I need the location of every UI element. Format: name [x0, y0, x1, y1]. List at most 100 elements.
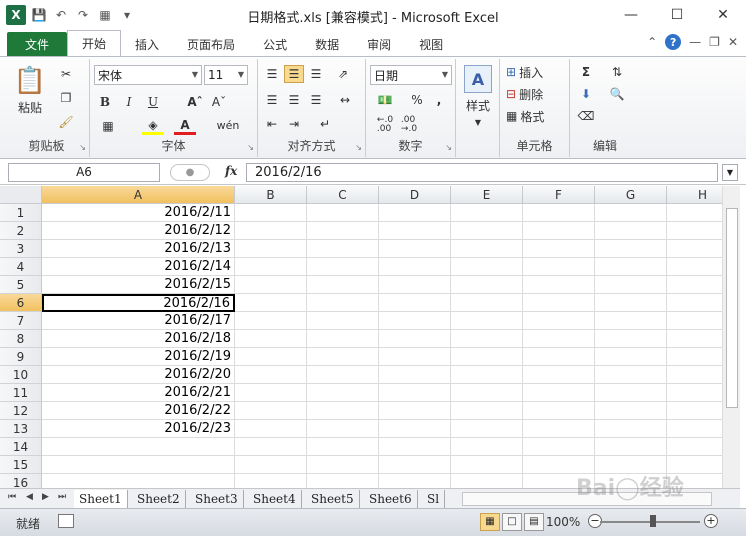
cell[interactable] — [379, 294, 451, 312]
cell[interactable] — [667, 366, 722, 384]
minimize-button[interactable]: — — [608, 0, 654, 30]
cell[interactable] — [42, 456, 235, 474]
row-header[interactable]: 1 — [0, 204, 42, 222]
last-sheet-icon[interactable]: ⏭ — [58, 492, 66, 502]
cell[interactable] — [235, 366, 307, 384]
cell[interactable] — [523, 240, 595, 258]
help-icon[interactable]: ? — [665, 34, 682, 50]
phonetic-icon[interactable]: wén — [214, 115, 242, 135]
cell[interactable] — [595, 420, 667, 438]
cell[interactable] — [451, 222, 523, 240]
wrap-text-icon[interactable]: ↵ — [312, 115, 338, 133]
row-header[interactable]: 7 — [0, 312, 42, 330]
cell[interactable] — [379, 384, 451, 402]
cell[interactable] — [379, 366, 451, 384]
tab-insert[interactable]: 插入 — [121, 32, 173, 56]
clear-icon[interactable]: ⌫ — [576, 107, 596, 125]
cell[interactable] — [235, 456, 307, 474]
cell[interactable]: 2016/2/20 — [42, 366, 235, 384]
cell[interactable]: 2016/2/19 — [42, 348, 235, 366]
cell[interactable] — [379, 330, 451, 348]
row-header[interactable]: 4 — [0, 258, 42, 276]
column-header[interactable]: A — [42, 186, 235, 204]
row-header[interactable]: 2 — [0, 222, 42, 240]
cell[interactable] — [379, 420, 451, 438]
cell[interactable] — [667, 330, 722, 348]
shrink-font-icon[interactable]: Aˇ — [210, 93, 228, 111]
cell[interactable] — [595, 384, 667, 402]
cell[interactable]: 2016/2/14 — [42, 258, 235, 276]
formula-input[interactable]: 2016/2/16 — [246, 163, 718, 182]
italic-button[interactable]: I — [120, 93, 138, 111]
row-header[interactable]: 3 — [0, 240, 42, 258]
align-right-icon[interactable]: ☰ — [306, 91, 326, 109]
restore-window-icon[interactable]: — — [689, 35, 701, 49]
cell[interactable] — [523, 384, 595, 402]
cell[interactable] — [667, 204, 722, 222]
page-break-view-icon[interactable]: ▤ — [524, 513, 544, 531]
cell[interactable] — [667, 402, 722, 420]
sheet-tab[interactable]: Sheet6 — [364, 490, 418, 508]
row-header[interactable]: 10 — [0, 366, 42, 384]
align-bottom-icon[interactable]: ☰ — [306, 65, 326, 83]
insert-function-icon[interactable]: fx — [225, 164, 237, 178]
alignment-launcher-icon[interactable]: ↘ — [355, 143, 362, 152]
row-header[interactable]: 12 — [0, 402, 42, 420]
active-cell[interactable]: 2016/2/16 — [42, 294, 235, 312]
fill-color-icon[interactable]: ◈ — [142, 117, 164, 135]
cell[interactable] — [379, 348, 451, 366]
grow-font-icon[interactable]: Aˆ — [186, 93, 204, 111]
row-header[interactable]: 8 — [0, 330, 42, 348]
cell[interactable] — [379, 258, 451, 276]
cell[interactable] — [307, 384, 379, 402]
cell[interactable] — [235, 240, 307, 258]
cell[interactable]: 2016/2/22 — [42, 402, 235, 420]
cell[interactable] — [451, 456, 523, 474]
cell[interactable] — [307, 276, 379, 294]
cell[interactable] — [307, 222, 379, 240]
expand-formula-bar-icon[interactable]: ▼ — [722, 164, 738, 181]
cell[interactable] — [451, 402, 523, 420]
cell[interactable] — [667, 312, 722, 330]
fill-icon[interactable]: ⬇ — [576, 85, 596, 103]
cell[interactable]: 2016/2/23 — [42, 420, 235, 438]
cell[interactable] — [235, 312, 307, 330]
row-header[interactable]: 5 — [0, 276, 42, 294]
cell[interactable] — [451, 366, 523, 384]
cell[interactable] — [523, 222, 595, 240]
number-format-select[interactable]: 日期 ▼ — [370, 65, 452, 85]
scrollbar-thumb[interactable] — [726, 208, 738, 408]
cell[interactable] — [595, 312, 667, 330]
cell[interactable] — [595, 438, 667, 456]
cell[interactable] — [235, 204, 307, 222]
cell[interactable] — [451, 474, 523, 488]
cell[interactable] — [523, 438, 595, 456]
cell[interactable] — [595, 276, 667, 294]
clipboard-launcher-icon[interactable]: ↘ — [79, 143, 86, 152]
cell[interactable] — [667, 348, 722, 366]
cell[interactable]: 2016/2/13 — [42, 240, 235, 258]
format-cells-button[interactable]: ▦ 格式 — [506, 107, 566, 125]
cell[interactable] — [451, 384, 523, 402]
cell[interactable] — [451, 438, 523, 456]
cell[interactable] — [307, 348, 379, 366]
tab-data[interactable]: 数据 — [301, 32, 353, 56]
cell[interactable] — [595, 330, 667, 348]
cell[interactable] — [235, 258, 307, 276]
sort-filter-icon[interactable]: ⇅ — [604, 63, 630, 81]
increase-decimal-icon[interactable]: ←.0 .00 — [374, 115, 396, 135]
cell[interactable] — [595, 222, 667, 240]
macro-record-icon[interactable] — [58, 514, 74, 528]
zoom-slider-thumb[interactable] — [650, 515, 656, 527]
cell[interactable]: 2016/2/15 — [42, 276, 235, 294]
accounting-icon[interactable]: 💵 — [372, 91, 398, 109]
styles-icon[interactable]: A — [464, 65, 492, 93]
cell[interactable] — [667, 258, 722, 276]
cell[interactable] — [235, 438, 307, 456]
cell[interactable] — [379, 240, 451, 258]
column-header[interactable]: B — [235, 186, 307, 204]
merge-center-icon[interactable]: ↔ — [332, 91, 358, 109]
cell[interactable] — [523, 204, 595, 222]
cell[interactable] — [667, 384, 722, 402]
align-top-icon[interactable]: ☰ — [262, 65, 282, 83]
